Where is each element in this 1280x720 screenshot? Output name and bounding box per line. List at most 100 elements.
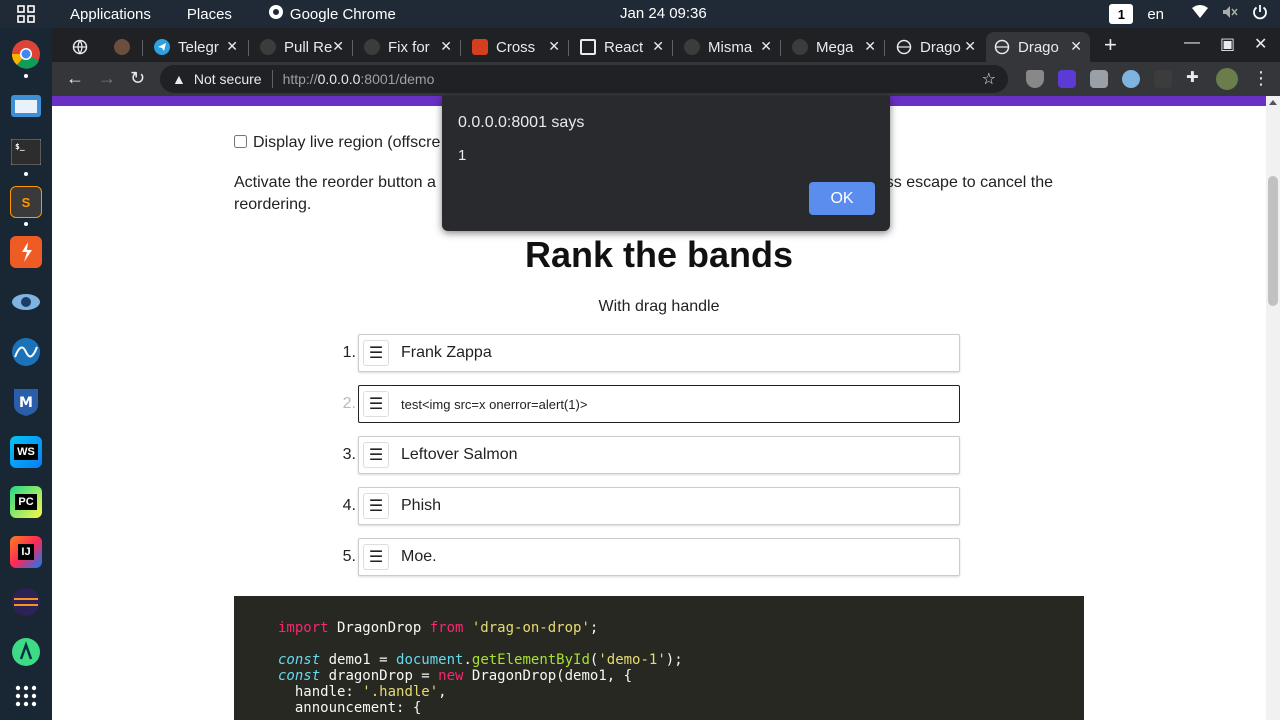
extension-icon[interactable] (1090, 70, 1108, 88)
code-token: dragonDrop = (320, 668, 439, 684)
url-path: :8001/demo (360, 71, 435, 87)
close-tab-icon[interactable]: ✕ (864, 38, 876, 55)
tab-telegram[interactable]: Telegr ✕ (146, 32, 246, 62)
tab-separator (352, 40, 353, 56)
codesandbox-icon (580, 39, 596, 55)
clock[interactable]: Jan 24 09:36 (620, 5, 707, 22)
dock-sublime-icon[interactable]: S (10, 186, 42, 218)
band-name: Moe. (401, 548, 437, 565)
drag-handle-icon[interactable]: ☰ (363, 544, 389, 570)
power-icon[interactable] (1252, 4, 1268, 24)
tab-mismatch[interactable]: Misma ✕ (676, 32, 780, 62)
dock-intellij-icon[interactable]: IJ (10, 536, 42, 568)
close-tab-icon[interactable]: ✕ (964, 38, 976, 55)
places-menu[interactable]: Places (169, 6, 250, 23)
dock-postman-icon[interactable] (10, 236, 42, 268)
tab-separator (884, 40, 885, 56)
code-token: 'drag-on-drop' (463, 620, 590, 636)
ok-button[interactable]: OK (809, 182, 875, 215)
tab-drago-active[interactable]: Drago ✕ (986, 32, 1090, 62)
code-token: '.handle' (362, 684, 439, 700)
tab-fix-for[interactable]: Fix for ✕ (356, 32, 460, 62)
drag-handle-icon[interactable]: ☰ (363, 493, 389, 519)
tab-title: Cross (496, 38, 536, 56)
puzzle-extensions-icon[interactable]: ✚ (1186, 68, 1204, 86)
shield-extension-icon[interactable] (1026, 70, 1044, 88)
warning-icon[interactable]: ▲ (172, 71, 186, 87)
app-grid-icon[interactable] (0, 0, 52, 28)
minimize-window-icon[interactable]: — (1184, 34, 1200, 52)
dock-webstorm-icon[interactable]: WS (10, 436, 42, 468)
dock-wireshark-icon[interactable] (10, 336, 42, 368)
rank-number: 3. (342, 446, 356, 463)
tab-react[interactable]: React ✕ (572, 32, 672, 62)
extension-icon[interactable] (1058, 70, 1076, 88)
dock-android-studio-icon[interactable] (10, 636, 42, 668)
scrollbar-thumb[interactable] (1268, 176, 1278, 306)
show-apps-icon[interactable] (10, 680, 42, 712)
code-token: getElementById (471, 652, 590, 668)
close-tab-icon[interactable]: ✕ (226, 38, 238, 55)
tab-mega[interactable]: Mega ✕ (784, 32, 884, 62)
close-window-icon[interactable]: ✕ (1254, 34, 1267, 54)
tab-1[interactable] (106, 32, 140, 62)
globe-icon (896, 39, 912, 55)
chrome-app-menu[interactable]: Google Chrome (250, 4, 414, 24)
chrome-icon (268, 4, 284, 24)
dock-pycharm-icon[interactable]: PC (10, 486, 42, 518)
kebab-menu-icon[interactable]: ⋮ (1252, 68, 1270, 89)
telegram-icon (154, 39, 170, 55)
scroll-up-arrow-icon[interactable] (1269, 100, 1277, 105)
close-tab-icon[interactable]: ✕ (652, 38, 664, 55)
dock-chrome-icon[interactable] (10, 38, 42, 70)
address-bar[interactable]: ▲ Not secure http://0.0.0.0:8001/demo ☆ (160, 65, 1008, 93)
tab-cross[interactable]: Cross ✕ (464, 32, 568, 62)
language-indicator[interactable]: en (1147, 6, 1164, 23)
live-region-checkbox[interactable] (234, 134, 247, 148)
tab-pull-request[interactable]: Pull Re ✕ (252, 32, 352, 62)
dock-eclipse-icon[interactable] (10, 586, 42, 618)
github-icon (364, 39, 380, 55)
live-region-toggle[interactable]: Display live region (offscre (234, 134, 440, 152)
tab-separator (248, 40, 249, 56)
avatar[interactable] (1216, 68, 1238, 90)
forward-arrow-icon[interactable]: → (98, 68, 116, 89)
tab-title: Drago (920, 38, 961, 56)
tab-title: Pull Re (284, 38, 333, 56)
dock-files-icon[interactable] (10, 88, 42, 120)
drag-handle-icon[interactable]: ☰ (363, 340, 389, 366)
code-token: ); (665, 652, 683, 668)
system-top-bar: Applications Places Google Chrome Jan 24… (0, 0, 1280, 28)
drag-handle-icon[interactable]: ☰ (363, 391, 389, 417)
close-tab-icon[interactable]: ✕ (548, 38, 560, 55)
reload-icon[interactable]: ↻ (130, 68, 145, 89)
close-tab-icon[interactable]: ✕ (440, 38, 452, 55)
tab-separator (142, 40, 143, 56)
applications-menu[interactable]: Applications (52, 6, 169, 23)
code-token: DragonDrop (328, 620, 430, 636)
volume-icon[interactable] (1222, 5, 1238, 23)
close-tab-icon[interactable]: ✕ (332, 38, 344, 55)
drag-handle-icon[interactable]: ☰ (363, 442, 389, 468)
workspace-indicator[interactable]: 1 (1109, 4, 1134, 24)
dock-metasploit-icon[interactable]: M (10, 386, 42, 418)
extension-icon[interactable] (1122, 70, 1140, 88)
section-subtitle: With drag handle (598, 298, 720, 315)
url-scheme: http:// (282, 71, 318, 87)
tab-drago-1[interactable]: Drago ✕ (888, 32, 984, 62)
dock-eye-icon[interactable] (10, 286, 42, 318)
maximize-window-icon[interactable]: ▣ (1220, 34, 1235, 54)
close-tab-icon[interactable]: ✕ (760, 38, 772, 55)
back-arrow-icon[interactable]: ← (66, 68, 84, 89)
close-tab-icon[interactable]: ✕ (1070, 38, 1082, 55)
tab-0[interactable] (64, 32, 98, 62)
list-item: 1. ☰ Frank Zappa (330, 334, 1030, 372)
extension-icon[interactable] (1154, 70, 1172, 88)
wifi-icon[interactable] (1192, 5, 1208, 23)
new-tab-button[interactable]: + (1104, 32, 1117, 58)
alert-title: 0.0.0.0:8001 says (458, 114, 585, 131)
page-scrollbar[interactable] (1266, 96, 1280, 720)
not-secure-label[interactable]: Not secure (194, 71, 262, 87)
dock-terminal-icon[interactable]: $_ (10, 136, 42, 168)
bookmark-star-icon[interactable]: ☆ (982, 69, 996, 89)
